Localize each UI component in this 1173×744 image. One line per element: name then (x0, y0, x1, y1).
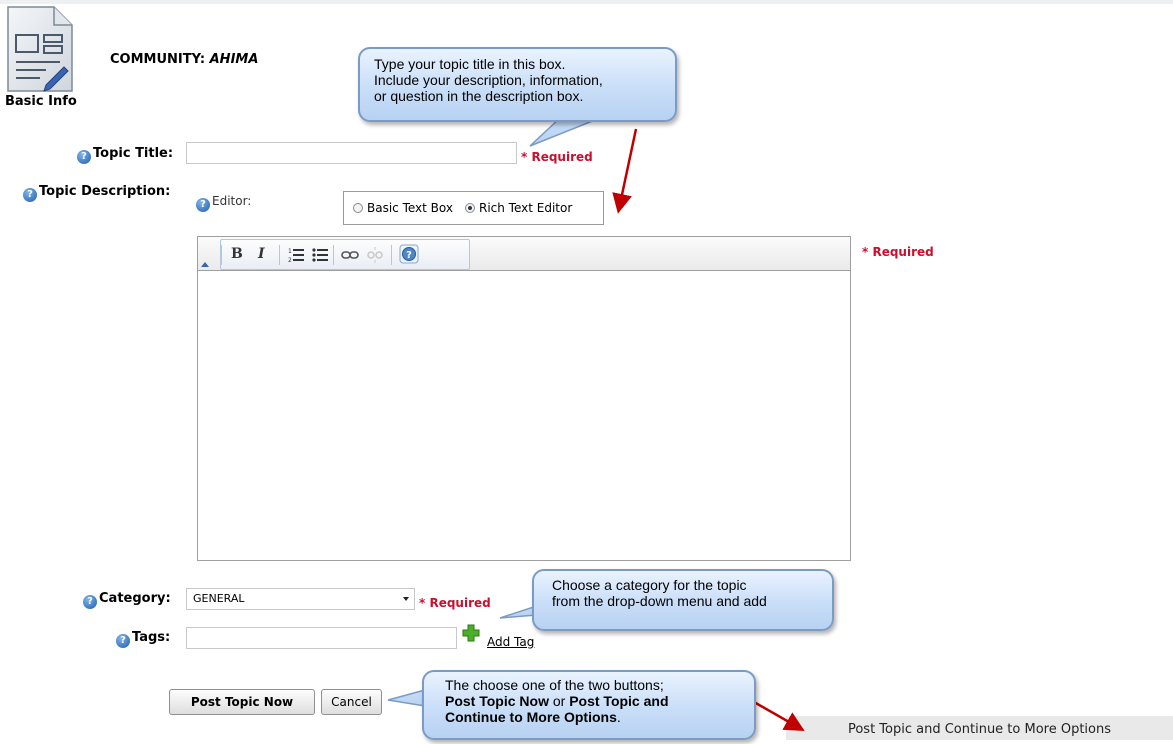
callout-bold: Post Topic and (569, 693, 669, 709)
callout-text: . (616, 709, 621, 725)
basic-info-label: Basic Info (5, 94, 77, 109)
buttons-callout: The choose one of the two buttons; Post … (422, 670, 756, 740)
unlink-icon[interactable] (366, 246, 384, 264)
svg-text:2: 2 (288, 257, 292, 263)
editor-label-text: Editor: (212, 194, 252, 208)
description-required: * Required (862, 245, 934, 259)
help-icon[interactable]: ? (399, 244, 419, 264)
community-prefix: COMMUNITY: (110, 52, 206, 67)
category-callout: Choose a category for the topic from the… (532, 569, 834, 631)
bullet-list-icon[interactable] (312, 247, 328, 263)
tags-label-text: Tags: (132, 630, 171, 645)
callout-line: The choose one of the two buttons; (445, 677, 664, 693)
add-tag-link[interactable]: Add Tag (487, 635, 534, 649)
editor-mode-selector: Basic Text Box Rich Text Editor (343, 191, 604, 225)
arrow-to-editor (612, 128, 638, 214)
rich-text-editor-label[interactable]: Rich Text Editor (479, 201, 572, 215)
callout-line: or question in the description box. (374, 88, 584, 104)
help-icon[interactable]: ? (77, 150, 91, 164)
svg-text:?: ? (406, 250, 412, 261)
toolbar-separator (221, 245, 222, 265)
rich-text-editor: B I 1 2 ? (197, 236, 851, 561)
title-callout: Type your topic title in this box. Inclu… (358, 47, 677, 122)
cancel-button[interactable]: Cancel (321, 689, 382, 715)
topic-title-label: ? Topic Title: (77, 146, 173, 164)
topic-title-input[interactable] (186, 142, 517, 164)
category-value: GENERAL (193, 592, 245, 605)
editor-label: ? Editor: (196, 194, 251, 212)
help-icon[interactable]: ? (116, 634, 130, 648)
callout-text: or (548, 693, 570, 709)
callout-bold: Post Topic Now (445, 693, 549, 709)
callout-tail (529, 117, 601, 147)
document-icon (7, 6, 73, 92)
toolbar-group: B I 1 2 ? (220, 239, 470, 270)
post-topic-more-options-button[interactable]: Post Topic and Continue to More Options (786, 716, 1173, 740)
tags-label: ? Tags: (116, 630, 170, 648)
category-required: * Required (419, 596, 491, 610)
editor-toolbar: B I 1 2 ? (198, 237, 850, 271)
category-label-text: Category: (99, 591, 171, 606)
category-label: ? Category: (83, 591, 171, 609)
community-heading: COMMUNITY: AHIMA (110, 52, 258, 67)
callout-line: Include your description, information, (374, 72, 603, 88)
topic-title-label-text: Topic Title: (93, 146, 174, 161)
help-icon[interactable]: ? (23, 188, 37, 202)
topic-description-label: ? Topic Description: (23, 184, 170, 202)
svg-text:1: 1 (288, 248, 292, 255)
editor-content-area[interactable] (198, 271, 850, 560)
callout-line: Type your topic title in this box. (374, 56, 566, 72)
topic-description-label-text: Topic Description: (39, 184, 171, 199)
help-icon[interactable]: ? (196, 198, 210, 212)
chevron-down-icon (403, 597, 409, 601)
community-name: AHIMA (209, 52, 259, 67)
callout-line: Continue to More Options. (445, 709, 733, 725)
category-dropdown[interactable]: GENERAL (186, 588, 415, 610)
italic-button[interactable]: I (258, 246, 265, 262)
callout-line: Choose a category for the topic (552, 577, 747, 593)
toolbar-separator (333, 245, 334, 265)
topic-title-required: * Required (521, 150, 593, 164)
callout-tail (387, 689, 426, 707)
rich-text-editor-radio[interactable] (464, 203, 475, 213)
bold-button[interactable]: B (231, 246, 243, 262)
numbered-list-icon[interactable]: 1 2 (288, 247, 304, 263)
basic-text-box-label[interactable]: Basic Text Box (367, 201, 453, 215)
link-icon[interactable] (341, 248, 359, 262)
callout-bold: Continue to More Options (445, 709, 617, 725)
tags-input[interactable] (186, 627, 457, 649)
post-topic-now-button[interactable]: Post Topic Now (169, 689, 315, 715)
collapse-toolbar-icon[interactable] (201, 262, 209, 267)
help-icon[interactable]: ? (83, 595, 97, 609)
top-strip (0, 0, 1173, 4)
callout-line: from the drop-down menu and add (552, 593, 767, 609)
callout-line: Post Topic Now or Post Topic and (445, 693, 733, 709)
toolbar-separator (279, 245, 280, 265)
basic-text-box-radio[interactable] (353, 203, 363, 213)
add-icon[interactable] (462, 624, 480, 642)
toolbar-separator (391, 245, 392, 265)
